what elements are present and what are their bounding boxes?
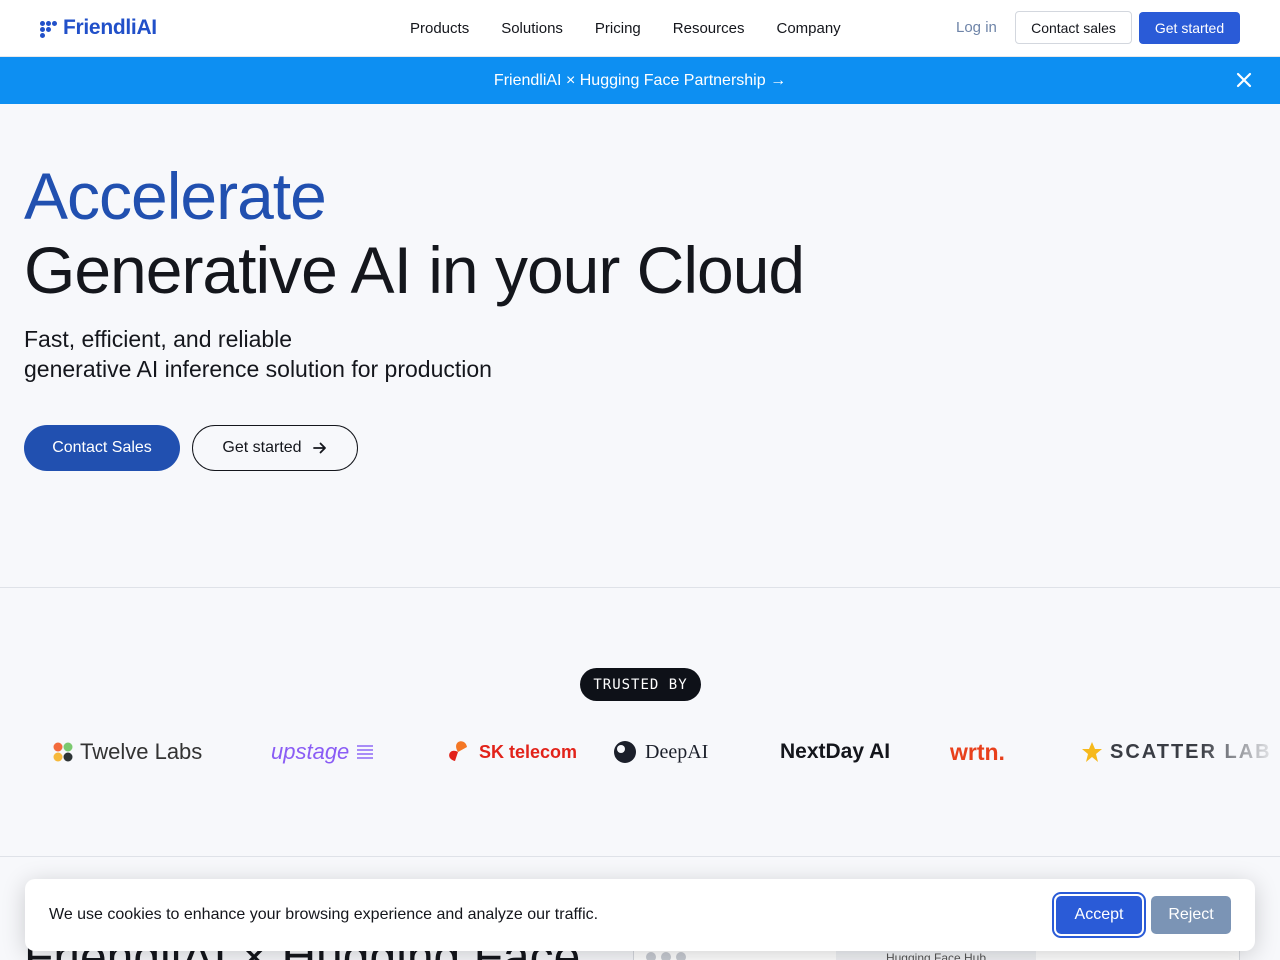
logo[interactable]: FriendliAI: [40, 16, 157, 40]
cookie-banner: We use cookies to enhance your browsing …: [25, 879, 1255, 951]
hero-title: Generative AI in your Cloud: [24, 233, 805, 307]
announcement-banner: FriendliAI × Hugging Face Partnership →: [0, 57, 1280, 104]
hero-contact-sales-button[interactable]: Contact Sales: [24, 425, 180, 471]
hero-subtitle-line1: Fast, efficient, and reliable: [24, 326, 293, 352]
twelve-labs-icon: [53, 742, 73, 762]
accept-cookies-button[interactable]: Accept: [1056, 896, 1142, 934]
close-icon[interactable]: [1232, 68, 1256, 92]
logo-deepai: DeepAI: [611, 728, 708, 776]
main-nav: Products Solutions Pricing Resources Com…: [394, 0, 857, 56]
logo-nextday-ai: NextDay AI: [780, 728, 890, 776]
logo-text: NextDay AI: [780, 740, 891, 763]
contact-sales-button[interactable]: Contact sales: [1015, 11, 1132, 44]
hero-get-started-label: Get started: [222, 439, 302, 456]
logo-mark-icon: [40, 19, 58, 38]
customer-logos: Twelve Labs upstage SK telecom DeepAI Ne…: [0, 728, 1280, 776]
get-started-button[interactable]: Get started: [1139, 12, 1240, 44]
logo-text: upstage: [271, 739, 350, 764]
window-dots-icon: [646, 952, 686, 960]
arrow-right-icon: [312, 442, 326, 454]
reject-cookies-button[interactable]: Reject: [1151, 896, 1231, 934]
nav-products[interactable]: Products: [394, 20, 485, 37]
nav-solutions[interactable]: Solutions: [485, 20, 579, 37]
logo-text: DeepAI: [645, 740, 709, 763]
nav-pricing[interactable]: Pricing: [579, 20, 657, 37]
trusted-by-badge: TRUSTED BY: [580, 668, 701, 701]
nav-resources[interactable]: Resources: [657, 20, 761, 37]
logo-wrtn: wrtn.: [950, 728, 1005, 776]
scatter-lab-icon: [1082, 742, 1102, 762]
site-header: FriendliAI Products Solutions Pricing Re…: [0, 0, 1280, 57]
logo-text: Twelve Labs: [80, 739, 203, 764]
logo-sk-telecom: SK telecom: [443, 728, 577, 776]
login-link[interactable]: Log in: [956, 19, 997, 36]
logos-fade: [1200, 728, 1280, 776]
upstage-icon: [357, 745, 374, 759]
logo-twelve-labs: Twelve Labs: [52, 728, 202, 776]
hero-subtitle-line2: generative AI inference solution for pro…: [24, 356, 492, 382]
logo-text: FriendliAI: [63, 16, 157, 39]
logo-upstage: upstage: [271, 728, 375, 776]
logo-text: wrtn.: [950, 738, 1005, 765]
hero-title-accent: Accelerate: [24, 159, 327, 233]
nav-company[interactable]: Company: [760, 20, 856, 37]
cookie-message: We use cookies to enhance your browsing …: [49, 906, 599, 923]
hero-get-started-button[interactable]: Get started: [192, 425, 358, 471]
sk-butterfly-icon: [449, 741, 467, 761]
section-divider: [0, 856, 1280, 857]
section-divider: [0, 587, 1280, 588]
banner-link[interactable]: FriendliAI × Hugging Face Partnership →: [0, 72, 1280, 90]
logo-text: SK telecom: [479, 741, 578, 762]
deepai-icon: [614, 741, 636, 763]
